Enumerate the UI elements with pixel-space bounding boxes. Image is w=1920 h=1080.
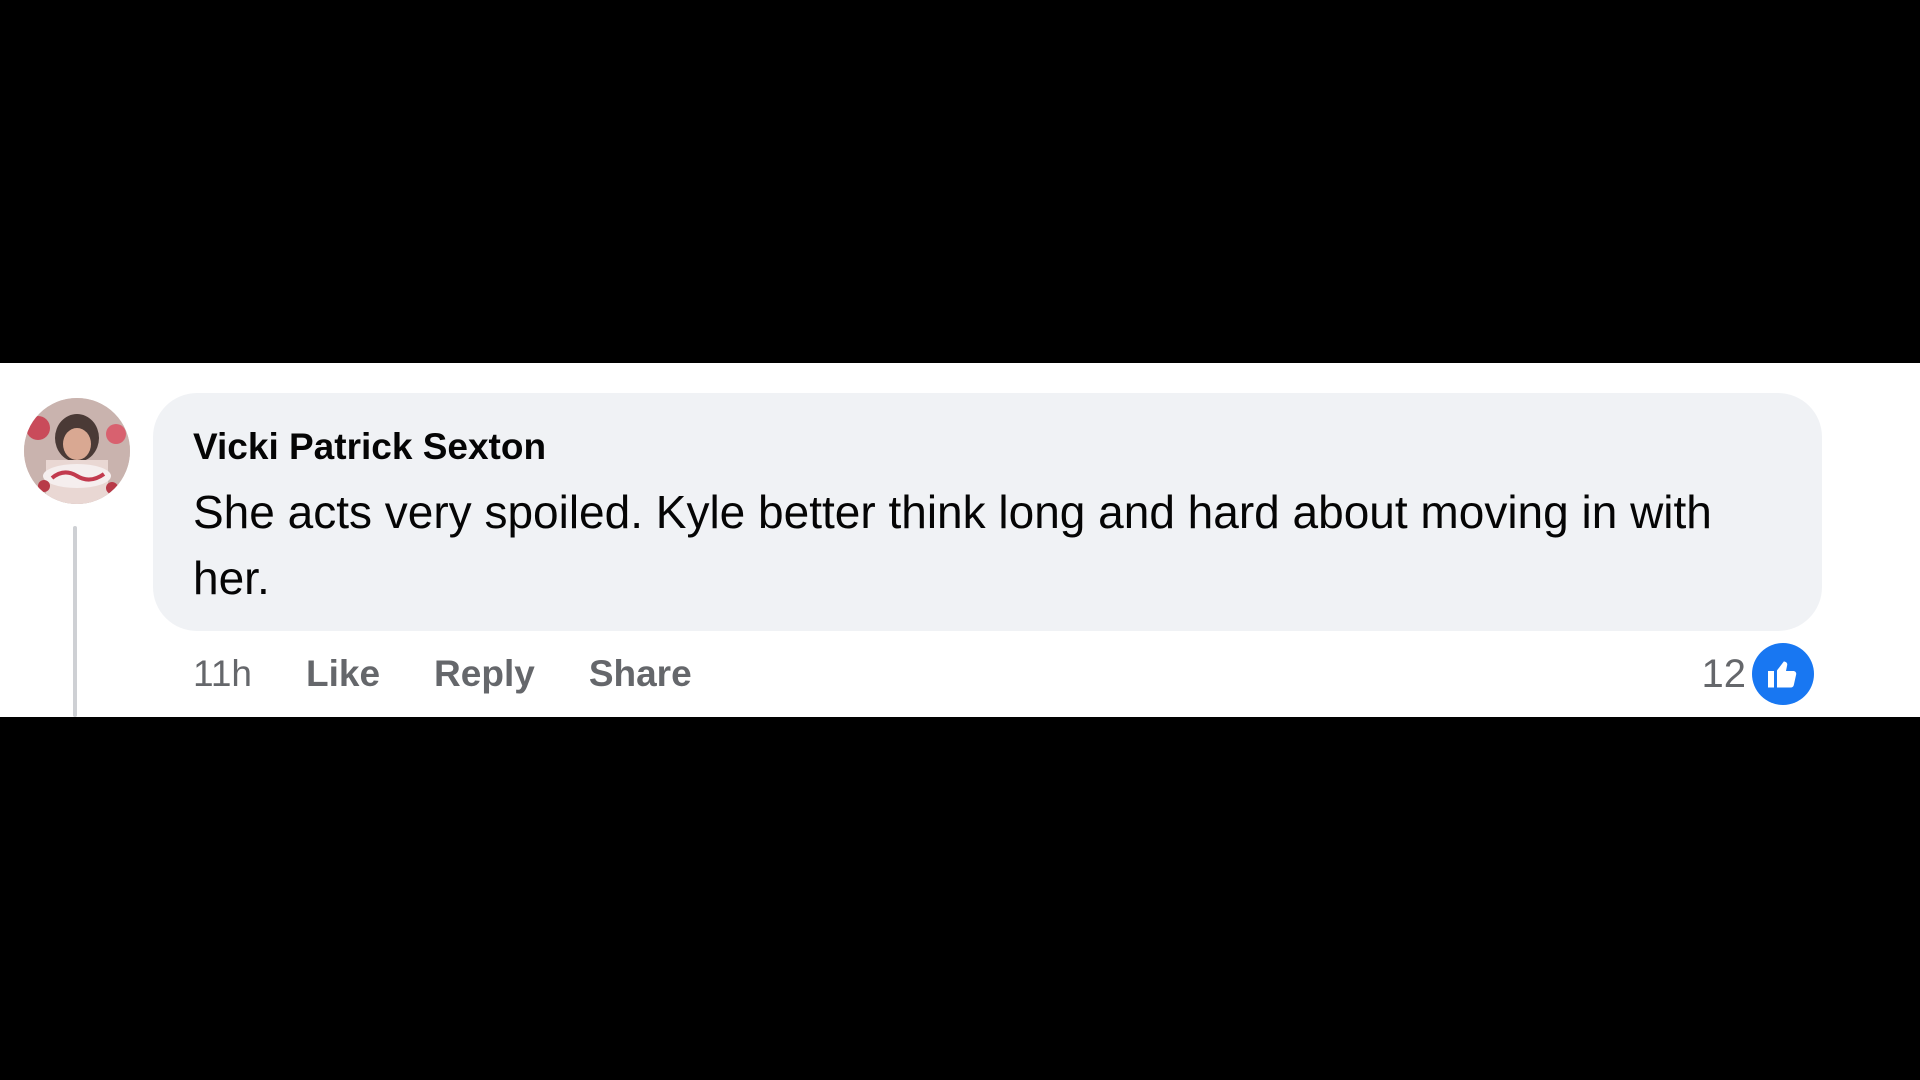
share-button[interactable]: Share [589, 653, 692, 695]
comment-item: Vicki Patrick Sexton She acts very spoil… [0, 363, 1920, 717]
comment-author[interactable]: Vicki Patrick Sexton [193, 425, 1782, 469]
thumbs-up-icon [1752, 643, 1814, 705]
thread-line [73, 526, 77, 717]
profile-photo-icon [24, 398, 130, 504]
avatar[interactable] [24, 398, 130, 504]
letterbox-bottom [0, 717, 1920, 1080]
comment-bubble: Vicki Patrick Sexton She acts very spoil… [153, 393, 1822, 631]
comment-timestamp[interactable]: 11h [193, 653, 252, 695]
comment-text: She acts very spoiled. Kyle better think… [193, 486, 1712, 604]
reaction-count: 12 [1701, 652, 1747, 696]
letterbox-top [0, 0, 1920, 363]
comment-actions: 11h Like Reply Share [193, 646, 692, 702]
reaction-summary[interactable]: 12 [1701, 643, 1814, 705]
reply-button[interactable]: Reply [434, 653, 535, 695]
like-button[interactable]: Like [306, 653, 380, 695]
